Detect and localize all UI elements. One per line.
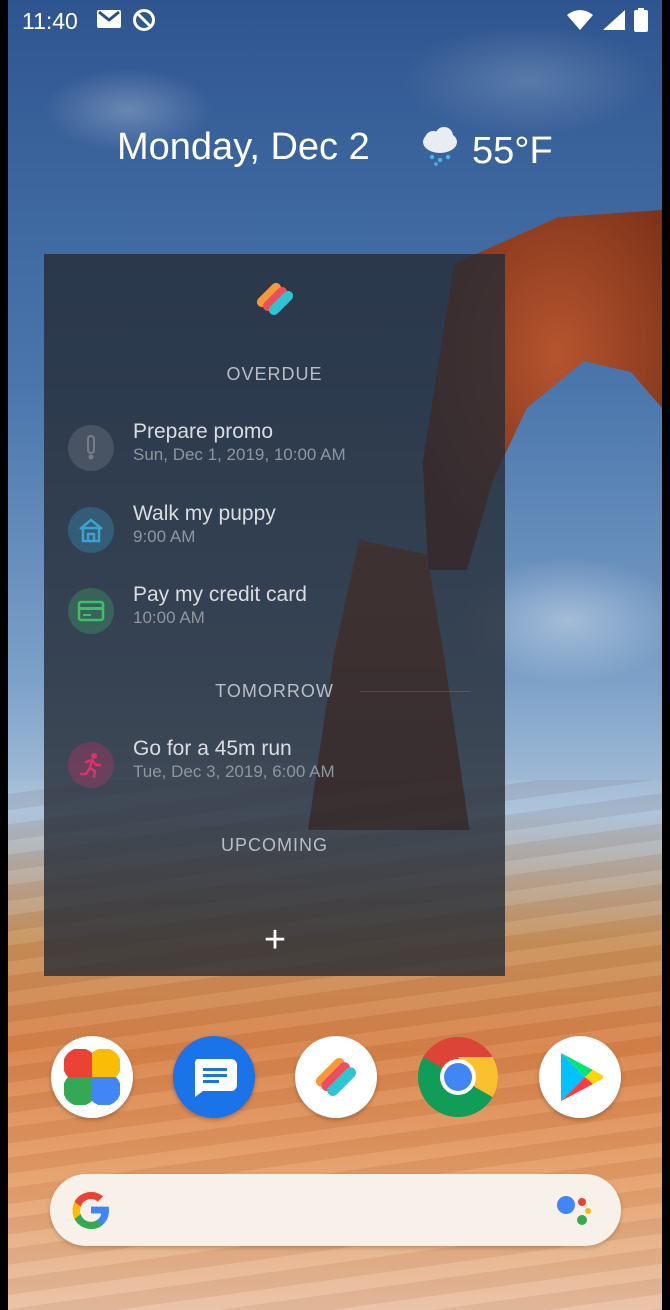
task-title: Prepare promo — [133, 420, 274, 443]
glance-weather[interactable]: 55°F — [420, 126, 553, 176]
any-do-logo-icon[interactable] — [252, 276, 298, 322]
google-search-bar[interactable] — [50, 1174, 621, 1246]
messages-icon[interactable] — [173, 1036, 255, 1118]
section-divider — [360, 691, 470, 692]
task-subtitle: Tue, Dec 3, 2019, 6:00 AM — [133, 762, 335, 781]
do-not-disturb-icon — [132, 8, 156, 37]
gmail-icon — [96, 8, 122, 37]
task-title: Walk my puppy — [133, 502, 276, 525]
exclamation-icon — [68, 425, 114, 471]
section-overdue: OVERDUE — [44, 364, 505, 385]
app-dock — [0, 1036, 670, 1118]
signal-icon — [602, 9, 626, 36]
status-time: 11:40 — [22, 8, 78, 34]
dog-house-icon — [68, 507, 114, 553]
wifi-icon — [566, 9, 594, 36]
google-assistant-icon[interactable] — [555, 1192, 593, 1233]
section-label: UPCOMING — [221, 835, 328, 855]
google-g-icon[interactable] — [70, 1189, 112, 1236]
task-title: Pay my credit card — [133, 583, 307, 606]
google-photos-icon[interactable] — [51, 1036, 133, 1118]
task-title: Go for a 45m run — [133, 737, 292, 760]
task-subtitle: 10:00 AM — [133, 608, 205, 627]
add-task-button[interactable]: + — [257, 921, 293, 959]
rain-cloud-icon — [420, 126, 460, 176]
glance-temperature: 55°F — [472, 129, 553, 172]
glance-date[interactable]: Monday, Dec 2 — [117, 126, 370, 169]
any-do-icon[interactable] — [295, 1036, 377, 1118]
chrome-icon[interactable] — [417, 1036, 499, 1118]
runner-icon — [68, 742, 114, 788]
section-label: OVERDUE — [226, 364, 323, 384]
section-label: TOMORROW — [215, 681, 334, 701]
task-subtitle: 9:00 AM — [133, 527, 196, 546]
todo-widget: OVERDUE Prepare promo Sun, Dec 1, 2019, … — [44, 254, 505, 976]
play-store-icon[interactable] — [539, 1036, 621, 1118]
status-bar: 11:40 — [0, 0, 670, 40]
task-subtitle: Sun, Dec 1, 2019, 10:00 AM — [133, 445, 346, 464]
credit-card-icon — [68, 588, 114, 634]
battery-icon — [634, 8, 648, 37]
section-upcoming: UPCOMING — [44, 835, 505, 856]
section-tomorrow: TOMORROW — [44, 681, 505, 702]
